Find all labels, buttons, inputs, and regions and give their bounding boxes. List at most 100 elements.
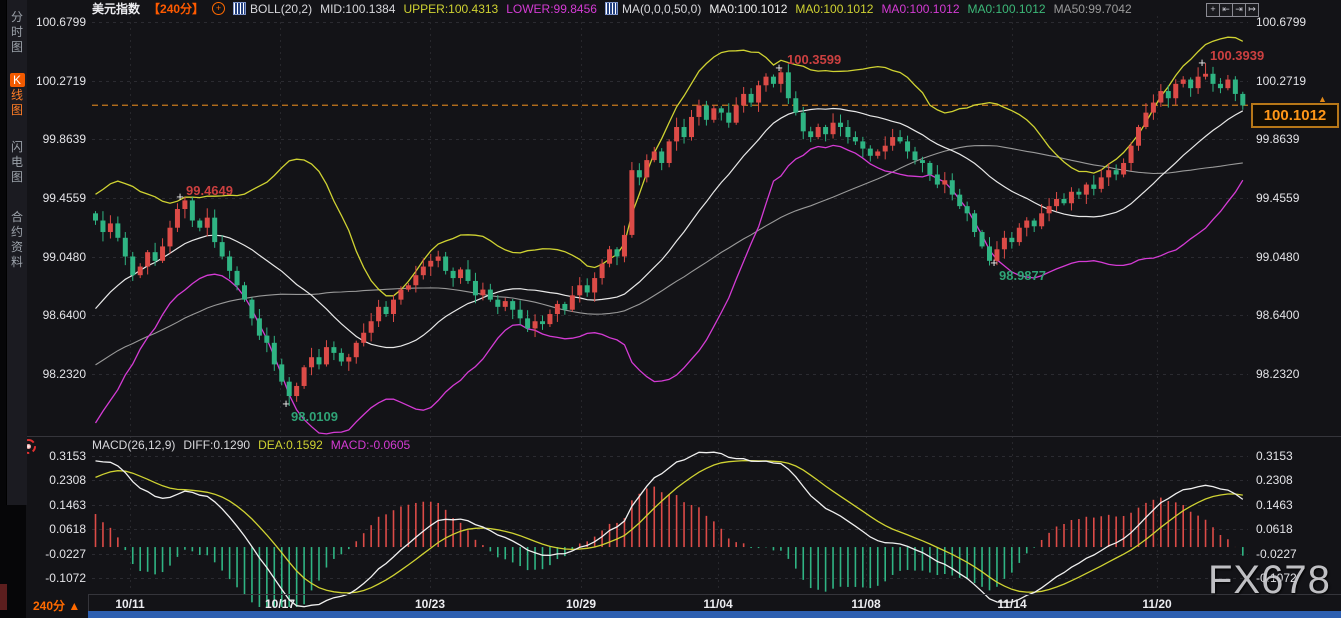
price-axis-label: 99.4559 <box>28 191 86 205</box>
candle-body <box>331 347 336 353</box>
candle-body <box>786 72 791 98</box>
horizontal-scrollbar[interactable] <box>88 611 1341 618</box>
sidebar-item-kline-chart[interactable]: K线图 <box>7 72 27 118</box>
candle-body <box>898 137 903 141</box>
price-axis-label: 99.8639 <box>1256 132 1336 146</box>
date-axis-label: 10/23 <box>400 597 460 611</box>
price-axis-label: 100.6799 <box>28 15 86 29</box>
sidebar-item-char: 闪 <box>8 140 26 155</box>
candle-body <box>1121 163 1126 175</box>
candle-body <box>1024 221 1029 228</box>
candle-body <box>294 386 299 396</box>
chart-canvas[interactable] <box>0 0 1341 618</box>
candle-body <box>845 127 850 137</box>
candle-body <box>980 232 985 246</box>
candle-body <box>115 223 120 237</box>
candle-body <box>1039 213 1044 226</box>
sidebar-item-char: 合 <box>8 210 26 225</box>
current-price-box: 100.1012 <box>1251 103 1339 128</box>
sidebar-item-time-chart[interactable]: 分时图 <box>7 10 27 55</box>
candle-body <box>704 105 709 119</box>
candle-body <box>1106 170 1111 177</box>
header-segment: LOWER:99.8456 <box>506 2 597 16</box>
candle-body <box>1166 91 1171 98</box>
candle-body <box>451 271 456 278</box>
pan-right-icon[interactable]: ↦ <box>1245 3 1259 17</box>
candle-body <box>957 195 962 207</box>
zoom-in-icon[interactable]: ⇥ <box>1232 3 1246 17</box>
macd-header: MACD(26,12,9)DIFF:0.1290DEA:0.1592MACD:-… <box>92 437 418 452</box>
candle-body <box>257 318 262 335</box>
price-axis-label: 98.6400 <box>1256 308 1336 322</box>
candle-body <box>629 170 634 235</box>
candle-body <box>212 218 217 242</box>
candle-body <box>287 382 292 396</box>
header-segment: MA50:99.7042 <box>1054 2 1132 16</box>
candle-body <box>674 127 679 141</box>
candle-body <box>466 269 471 281</box>
candle-body <box>1151 103 1156 113</box>
candle-body <box>376 307 381 321</box>
macd-axis-label: 0.1463 <box>28 498 86 512</box>
candle-body <box>607 249 612 263</box>
candle-body <box>682 127 687 137</box>
kline-app-window: 分时图K线图闪电图合约资料 美元指数【240分】+BOLL(20,2)MID:1… <box>0 0 1341 618</box>
candle-body <box>473 281 478 295</box>
axis-separator <box>88 594 1341 595</box>
date-axis-label: 10/17 <box>250 597 310 611</box>
candle-body <box>600 264 605 278</box>
candle-body <box>145 252 150 266</box>
header-segment: MA0:100.1012 <box>881 2 959 16</box>
candle-body <box>518 310 523 319</box>
candle-body <box>711 108 716 120</box>
annotation-cross-marker: + <box>282 396 290 411</box>
candle-body <box>1240 94 1245 106</box>
header-segment: 美元指数 <box>92 0 140 17</box>
candle-body <box>622 235 627 257</box>
candle-body <box>1136 127 1141 146</box>
macd-header-segment: DEA:0.1592 <box>258 438 323 452</box>
price-axis-label: 100.6799 <box>1256 15 1336 29</box>
candle-body <box>346 357 351 361</box>
sidebar-item-char: 料 <box>8 255 26 270</box>
sidebar-item-contract-info[interactable]: 合约资料 <box>7 210 27 270</box>
candle-body <box>555 304 560 314</box>
header-segment: MA(0,0,0,50,0) <box>622 2 701 16</box>
candle-body <box>1211 74 1216 84</box>
price-axis-label: 100.2719 <box>1256 74 1336 88</box>
candle-body <box>1076 192 1081 195</box>
boll-lower-line <box>96 145 1243 434</box>
candle-body <box>1002 238 1007 250</box>
candle-body <box>1203 74 1208 77</box>
zoom-out-icon[interactable]: ⇤ <box>1219 3 1233 17</box>
candle-body <box>279 364 284 381</box>
candle-body <box>130 256 135 275</box>
candle-body <box>495 300 500 307</box>
price-axis-label: 100.2719 <box>28 74 86 88</box>
candle-body <box>384 307 389 314</box>
candle-body <box>667 141 672 163</box>
circle-plus-icon[interactable]: + <box>212 2 225 15</box>
pan-crosshair-icon[interactable]: + <box>1206 3 1220 17</box>
sidebar-item-flash-chart[interactable]: 闪电图 <box>7 140 27 185</box>
candle-body <box>935 174 940 184</box>
sidebar-strip: 分时图 K线图闪电图合约资料 <box>6 0 27 505</box>
candle-body <box>1129 146 1134 163</box>
header-segment: MA0:100.1012 <box>795 2 873 16</box>
candle-body <box>421 267 426 276</box>
price-axis-label: 98.6400 <box>28 308 86 322</box>
candle-body <box>920 160 925 163</box>
period-selector[interactable]: 240分 ▲ <box>33 597 80 614</box>
sidebar-item-char: K <box>10 73 25 87</box>
sidebar-item-char: 资 <box>8 240 26 255</box>
candle-body <box>1099 177 1104 189</box>
candle-body <box>309 357 314 367</box>
axis-corner-line <box>88 594 89 612</box>
price-annotation-low: 98.9877 <box>999 268 1046 283</box>
price-anchor-icon: ▲ <box>1318 94 1327 104</box>
date-axis-label: 11/08 <box>836 597 896 611</box>
candle-body <box>726 113 731 123</box>
sidebar-item-char: 时 <box>8 25 26 40</box>
candle-body <box>100 221 105 233</box>
candle-body <box>175 209 180 228</box>
